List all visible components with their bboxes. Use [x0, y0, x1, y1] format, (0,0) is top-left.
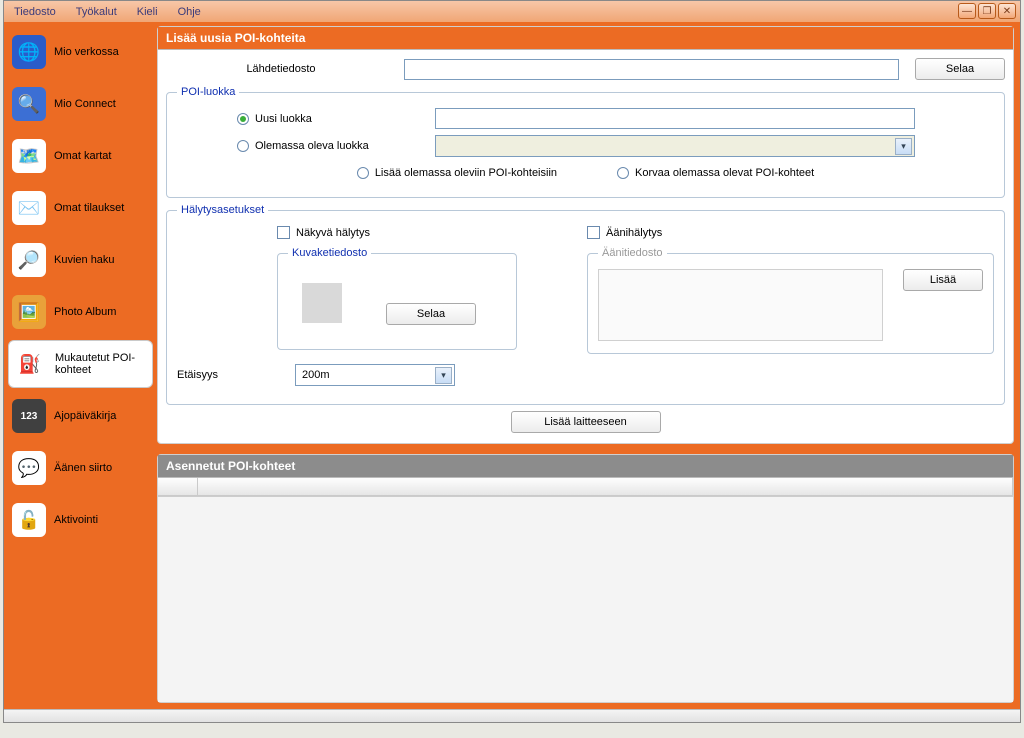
radio-selected-icon [237, 113, 249, 125]
new-class-label: Uusi luokka [255, 113, 312, 125]
sidebar-item-label: Äänen siirto [54, 462, 112, 474]
distance-value: 200m [302, 369, 330, 381]
list-header [158, 478, 1013, 496]
source-file-label: Lähdetiedosto [166, 63, 396, 75]
menubar: Tiedosto Työkalut Kieli Ohje — ❐ ✕ [4, 1, 1020, 22]
add-poi-body: Lähdetiedosto Selaa POI-luokka Uusi luok… [158, 50, 1013, 443]
checkbox-icon [277, 226, 290, 239]
sidebar-item-6[interactable]: ⛽ Mukautetut POI-kohteet [8, 340, 153, 388]
sidebar-icon: 🔓 [12, 503, 46, 537]
alert-settings-group: Hälytysasetukset Näkyvä hälytys Kuvaketi… [166, 204, 1005, 405]
close-button[interactable]: ✕ [998, 3, 1016, 19]
list-col-1[interactable] [198, 478, 1013, 495]
poi-class-legend: POI-luokka [177, 86, 239, 98]
list-col-0[interactable] [158, 478, 198, 495]
window-controls: — ❐ ✕ [958, 3, 1016, 19]
sidebar-item-3[interactable]: ✉️ Omat tilaukset [8, 184, 153, 232]
sound-file-list[interactable] [598, 269, 883, 341]
sidebar-icon: ✉️ [12, 191, 46, 225]
sidebar-icon: 🌐 [12, 35, 46, 69]
sidebar-item-label: Kuvien haku [54, 254, 115, 266]
radio-unselected-icon [617, 167, 629, 179]
radio-unselected-icon [237, 140, 249, 152]
chevron-down-icon: ▾ [895, 138, 912, 155]
sidebar-item-9[interactable]: 🔓 Aktivointi [8, 496, 153, 544]
sidebar-item-7[interactable]: 123 Ajopäiväkirja [8, 392, 153, 440]
sidebar-item-5[interactable]: 🖼️ Photo Album [8, 288, 153, 336]
sound-file-group: Äänitiedosto Lisää [587, 247, 994, 354]
visual-alert-check[interactable]: Näkyvä hälytys [277, 226, 537, 239]
browse-source-button[interactable]: Selaa [915, 58, 1005, 80]
installed-poi-panel: Asennetut POI-kohteet [157, 454, 1014, 703]
radio-unselected-icon [357, 167, 369, 179]
sidebar-item-label: Omat tilaukset [54, 202, 124, 214]
chevron-down-icon: ▾ [435, 367, 452, 384]
sidebar: 🌐 Mio verkossa 🔍 Mio Connect 🗺️ Omat kartat ✉️… [4, 22, 157, 709]
installed-list[interactable] [158, 496, 1013, 702]
new-class-input[interactable] [435, 108, 915, 129]
distance-combo[interactable]: 200m ▾ [295, 364, 455, 386]
sidebar-item-label: Mio Connect [54, 98, 116, 110]
sidebar-item-0[interactable]: 🌐 Mio verkossa [8, 28, 153, 76]
menu-help[interactable]: Ohje [178, 6, 201, 18]
sidebar-icon: 🖼️ [12, 295, 46, 329]
browse-icon-button[interactable]: Selaa [386, 303, 476, 325]
sidebar-item-1[interactable]: 🔍 Mio Connect [8, 80, 153, 128]
existing-class-radio[interactable]: Olemassa oleva luokka [237, 140, 427, 152]
main-area: Lisää uusia POI-kohteita Lähdetiedosto S… [157, 22, 1020, 709]
menu-tools[interactable]: Työkalut [76, 6, 117, 18]
sidebar-icon: 💬 [12, 451, 46, 485]
source-file-input[interactable] [404, 59, 899, 80]
sidebar-item-label: Mio verkossa [54, 46, 119, 58]
sidebar-icon: 123 [12, 399, 46, 433]
installed-poi-header: Asennetut POI-kohteet [158, 455, 1013, 478]
app-window: Tiedosto Työkalut Kieli Ohje — ❐ ✕ 🌐 Mio … [3, 0, 1021, 723]
sidebar-item-label: Mukautetut POI-kohteet [55, 352, 148, 376]
sidebar-item-label: Omat kartat [54, 150, 111, 162]
add-to-existing-radio[interactable]: Lisää olemassa oleviin POI-kohteisiin [357, 167, 557, 179]
maximize-button[interactable]: ❐ [978, 3, 996, 19]
checkbox-icon [587, 226, 600, 239]
add-to-existing-label: Lisää olemassa oleviin POI-kohteisiin [375, 167, 557, 179]
sidebar-item-label: Ajopäiväkirja [54, 410, 116, 422]
new-class-radio[interactable]: Uusi luokka [237, 113, 427, 125]
poi-class-group: POI-luokka Uusi luokka Olemassa o [166, 86, 1005, 198]
icon-file-legend: Kuvaketiedosto [288, 247, 371, 259]
existing-class-label: Olemassa oleva luokka [255, 140, 369, 152]
replace-existing-radio[interactable]: Korvaa olemassa olevat POI-kohteet [617, 167, 814, 179]
sidebar-icon: 🗺️ [12, 139, 46, 173]
menu-file[interactable]: Tiedosto [14, 6, 56, 18]
sidebar-icon: ⛽ [13, 347, 47, 381]
add-poi-panel: Lisää uusia POI-kohteita Lähdetiedosto S… [157, 26, 1014, 444]
sidebar-icon: 🔎 [12, 243, 46, 277]
icon-file-group: Kuvaketiedosto Selaa [277, 247, 517, 350]
visual-alert-label: Näkyvä hälytys [296, 227, 370, 239]
add-sound-button[interactable]: Lisää [903, 269, 983, 291]
statusbar [4, 709, 1020, 722]
sidebar-item-8[interactable]: 💬 Äänen siirto [8, 444, 153, 492]
existing-class-combo[interactable]: ▾ [435, 135, 915, 157]
minimize-button[interactable]: — [958, 3, 976, 19]
sidebar-item-label: Photo Album [54, 306, 116, 318]
alert-settings-legend: Hälytysasetukset [177, 204, 268, 216]
add-poi-header: Lisää uusia POI-kohteita [158, 27, 1013, 50]
sidebar-item-2[interactable]: 🗺️ Omat kartat [8, 132, 153, 180]
icon-preview [302, 283, 342, 323]
sidebar-item-4[interactable]: 🔎 Kuvien haku [8, 236, 153, 284]
sidebar-icon: 🔍 [12, 87, 46, 121]
replace-existing-label: Korvaa olemassa olevat POI-kohteet [635, 167, 814, 179]
body: 🌐 Mio verkossa 🔍 Mio Connect 🗺️ Omat kartat ✉️… [4, 22, 1020, 709]
sound-file-legend: Äänitiedosto [598, 247, 667, 259]
distance-label: Etäisyys [177, 369, 287, 381]
add-to-device-button[interactable]: Lisää laitteeseen [511, 411, 661, 433]
sidebar-item-label: Aktivointi [54, 514, 98, 526]
audio-alert-label: Äänihälytys [606, 227, 662, 239]
audio-alert-check[interactable]: Äänihälytys [587, 226, 994, 239]
menu-lang[interactable]: Kieli [137, 6, 158, 18]
